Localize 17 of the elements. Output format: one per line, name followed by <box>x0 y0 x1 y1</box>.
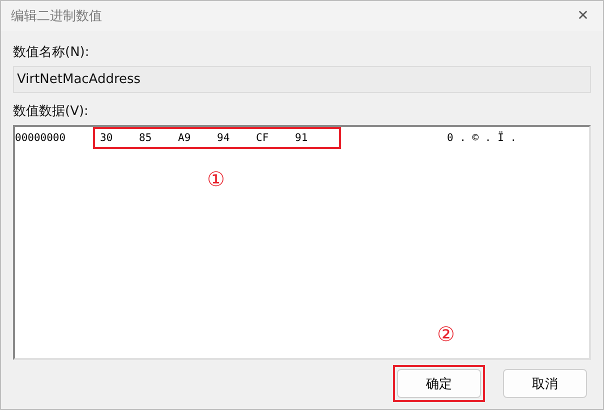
value-name-field[interactable]: VirtNetMacAddress <box>13 66 591 93</box>
hex-byte: 30 <box>100 132 114 144</box>
dialog-button[interactable]: 确定 <box>397 369 481 398</box>
close-button[interactable]: ✕ <box>563 1 603 31</box>
annotation-number: ① <box>207 167 225 191</box>
hex-byte: A9 <box>178 132 192 144</box>
dialog-button[interactable]: 取消 <box>503 369 587 398</box>
ascii-text: 0 . © . Ï . <box>447 132 517 144</box>
hex-byte: 91 <box>295 132 309 144</box>
offset-text: 00000000 <box>15 132 67 144</box>
hex-byte: 85 <box>139 132 153 144</box>
window-title: 编辑二进制数值 <box>11 8 102 25</box>
hex-byte: CF <box>256 132 270 144</box>
annotation-number: ② <box>437 322 455 346</box>
field-label: 数值名称(N): <box>13 44 90 61</box>
hex-byte: 94 <box>217 132 231 144</box>
field-label: 数值数据(V): <box>13 103 90 120</box>
